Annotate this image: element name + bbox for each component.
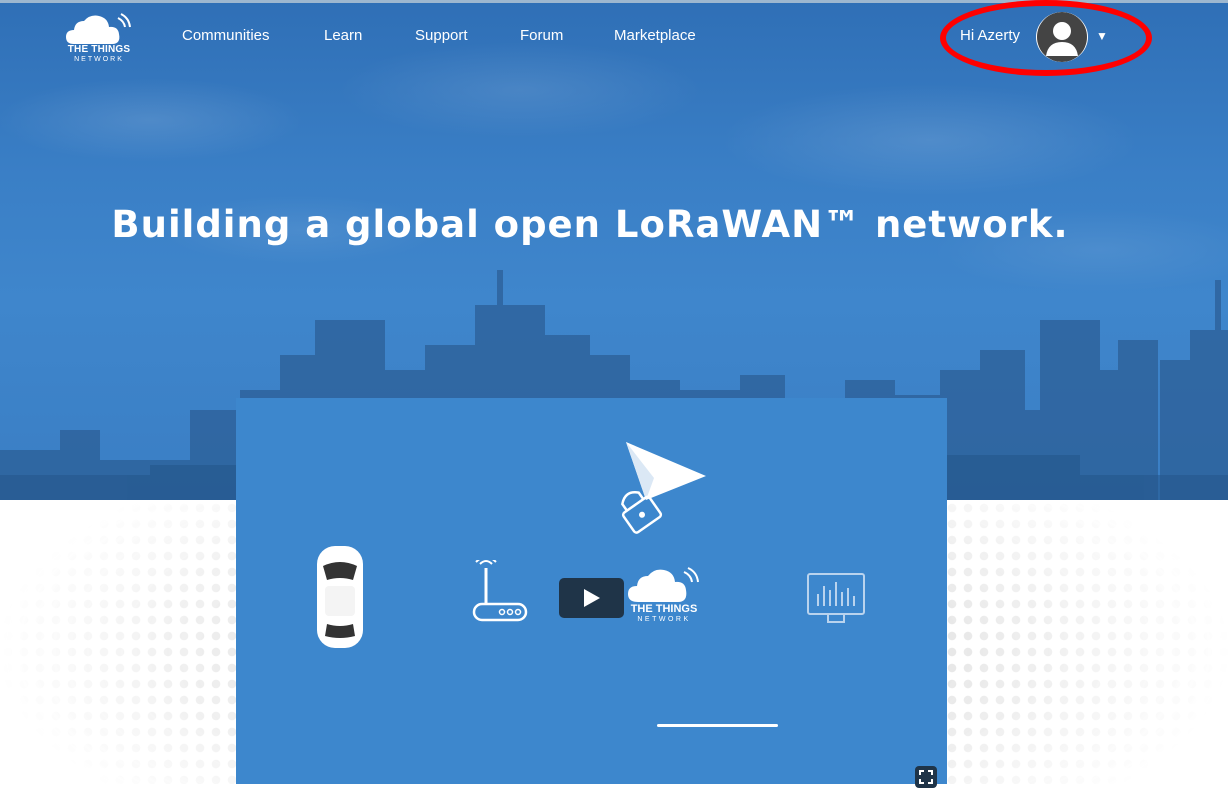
logo-wordmark: THE THINGS: [67, 44, 131, 55]
annotation-circle: [940, 0, 1152, 76]
fullscreen-button[interactable]: [915, 766, 937, 788]
ttn-logo[interactable]: THE THINGS NETWORK: [64, 12, 134, 66]
nav-marketplace[interactable]: Marketplace: [614, 27, 696, 44]
lock-icon: [621, 491, 663, 534]
gateway-router-icon: [472, 560, 528, 622]
car-icon: [317, 546, 363, 648]
nav-forum[interactable]: Forum: [520, 27, 563, 44]
hero-headline: Building a global open LoRaWAN™ network.: [111, 203, 1069, 246]
nav-support[interactable]: Support: [415, 27, 468, 44]
video-progress-line: [657, 724, 778, 727]
video-logo-wordmark: THE THINGS: [630, 603, 698, 615]
cloud-icon: [66, 13, 131, 44]
cloud-icon: [628, 567, 699, 602]
logo-subword: NETWORK: [74, 56, 124, 63]
video-logo-subword: NETWORK: [637, 616, 691, 623]
nav-communities[interactable]: Communities: [182, 27, 270, 44]
play-icon: [584, 589, 600, 607]
play-button[interactable]: [559, 578, 624, 618]
fullscreen-icon: [919, 770, 933, 784]
nav-learn[interactable]: Learn: [324, 27, 362, 44]
dashboard-chart-icon: [807, 573, 865, 623]
